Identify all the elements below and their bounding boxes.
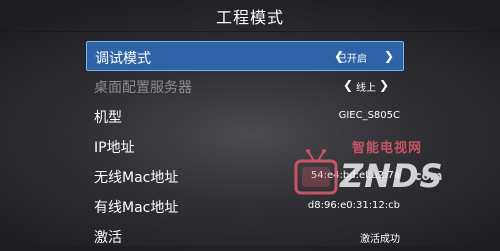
menu-item-value: GIEC_S805C (338, 110, 400, 121)
settings-menu: 调试模式 ❮ 已开启 ❯ 桌面配置服务器 ❮ 线上 ❯ 机型 GIEC_S805… (86, 41, 404, 251)
menu-item-value: 线上 (356, 83, 376, 94)
chevron-right-icon[interactable]: ❯ (383, 48, 395, 64)
chevron-left-icon[interactable]: ❮ (342, 77, 354, 93)
menu-item-activation[interactable]: 激活 激活成功 (86, 221, 404, 251)
menu-item-value: d8:96:e0:31:12:cb (307, 200, 400, 211)
menu-item-label: 有线Mac地址 (94, 200, 179, 216)
menu-item-value: 54:e4:bd:ef:a2:7a (310, 170, 400, 181)
menu-item-label: IP地址 (94, 140, 135, 156)
page-title: 工程模式 (215, 8, 284, 27)
menu-item-wired-mac[interactable]: 有线Mac地址 d8:96:e0:31:12:cb (86, 191, 404, 221)
chevron-right-icon[interactable]: ❯ (378, 77, 390, 93)
watermark-domain: .com (410, 169, 443, 183)
menu-item-value: 已开启 (337, 54, 367, 65)
menu-item-wireless-mac[interactable]: 无线Mac地址 54:e4:bd:ef:a2:7a (86, 161, 404, 191)
menu-item-label: 机型 (94, 110, 122, 126)
menu-item-label: 调试模式 (95, 51, 151, 67)
menu-item-value: 激活成功 (360, 234, 400, 245)
menu-item-label: 激活 (94, 230, 122, 246)
menu-item-desktop-config-server[interactable]: 桌面配置服务器 ❮ 线上 ❯ (86, 71, 404, 101)
menu-item-debug-mode[interactable]: 调试模式 ❮ 已开启 ❯ (86, 41, 404, 71)
menu-item-label: 无线Mac地址 (94, 170, 179, 186)
title-divider (0, 31, 500, 32)
menu-item-model[interactable]: 机型 GIEC_S805C (86, 101, 404, 131)
menu-item-ip-address[interactable]: IP地址 (86, 131, 404, 161)
menu-item-label: 桌面配置服务器 (94, 80, 192, 96)
